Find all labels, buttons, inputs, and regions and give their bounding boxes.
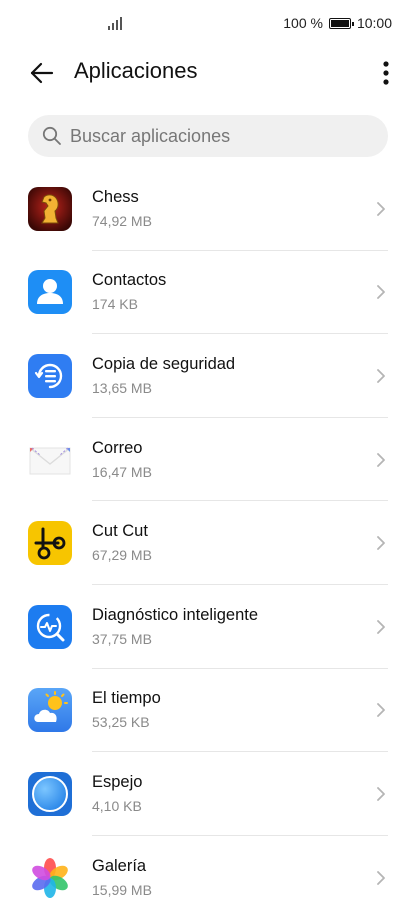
list-item-correo[interactable]: Correo 16,47 MB (0, 418, 416, 502)
app-name: Galería (92, 856, 147, 875)
chevron-right-icon (377, 787, 385, 801)
battery-percentage: 100 % (283, 15, 323, 31)
app-size: 37,75 MB (92, 630, 152, 647)
list-item-el-tiempo[interactable]: El tiempo 53,25 KB (0, 669, 416, 753)
contacts-icon (28, 270, 72, 315)
app-size: 67,29 MB (92, 547, 152, 564)
chess-icon (28, 186, 72, 231)
mirror-icon (28, 771, 72, 816)
mail-icon (29, 447, 71, 475)
app-name: Cut Cut (92, 522, 148, 541)
app-size: 15,99 MB (92, 881, 152, 898)
app-name: Copia de seguridad (92, 354, 236, 373)
chevron-right-icon (377, 870, 385, 885)
list-item-espejo[interactable]: Espejo 4,10 KB (0, 752, 416, 836)
gallery-icon (32, 857, 68, 898)
app-name: Diagnóstico inteligente (92, 605, 259, 624)
app-name: Correo (92, 438, 143, 457)
chevron-right-icon (377, 619, 385, 634)
app-size: 53,25 KB (92, 714, 150, 731)
search-placeholder: Buscar aplicaciones (70, 125, 231, 146)
search-input[interactable]: Buscar aplicaciones (28, 115, 388, 157)
chevron-right-icon (377, 536, 385, 551)
list-item-cut-cut[interactable]: Cut Cut 67,29 MB (0, 501, 416, 585)
chevron-right-icon (377, 452, 385, 467)
app-size: 74,92 MB (92, 212, 152, 229)
list-item-galeria[interactable]: Galería 15,99 MB (0, 836, 416, 919)
clock: 10:00 (356, 15, 392, 31)
cutcut-icon (28, 521, 72, 566)
more-options-icon[interactable] (382, 58, 390, 88)
back-arrow-icon[interactable] (28, 59, 56, 87)
app-name: Chess (92, 187, 139, 206)
app-list: Chess 74,92 MB Contactos 174 KB Copia de… (0, 167, 416, 919)
page-title: Aplicaciones (74, 58, 198, 83)
chevron-right-icon (377, 369, 385, 383)
app-name: El tiempo (92, 689, 161, 708)
list-item-contactos[interactable]: Contactos 174 KB (0, 251, 416, 335)
chevron-right-icon (377, 703, 385, 718)
chevron-right-icon (377, 285, 385, 300)
app-size: 16,47 MB (92, 463, 152, 480)
diagnostics-icon (28, 604, 72, 649)
app-size: 4,10 KB (92, 797, 142, 814)
signal-icon (108, 17, 122, 30)
list-item-copia-de-seguridad[interactable]: Copia de seguridad 13,65 MB (0, 334, 416, 418)
app-name: Contactos (92, 271, 167, 290)
search-icon (42, 126, 61, 145)
list-item-diagnostico-inteligente[interactable]: Diagnóstico inteligente 37,75 MB (0, 585, 416, 669)
status-bar: 100 % 10:00 (0, 0, 416, 48)
app-name: Espejo (92, 772, 143, 791)
chevron-right-icon (377, 201, 385, 216)
backup-icon (28, 353, 72, 398)
list-item-chess[interactable]: Chess 74,92 MB (0, 167, 416, 251)
title-bar: Aplicaciones (0, 48, 416, 98)
weather-icon (28, 688, 72, 733)
app-size: 174 KB (92, 296, 138, 313)
battery-icon (328, 17, 354, 29)
app-size: 13,65 MB (92, 379, 152, 396)
